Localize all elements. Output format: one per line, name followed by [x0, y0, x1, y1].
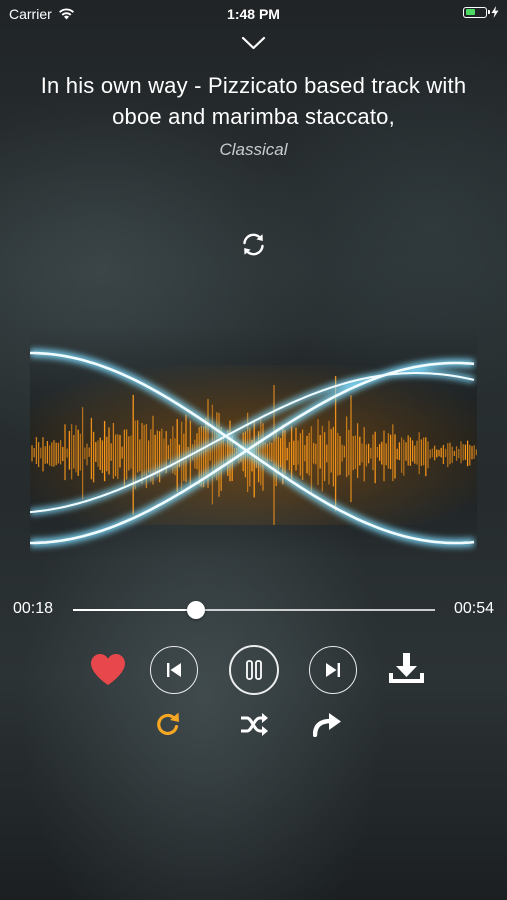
status-time: 1:48 PM: [227, 6, 280, 22]
track-genre: Classical: [219, 140, 288, 159]
pause-button[interactable]: [229, 645, 279, 695]
previous-button[interactable]: [150, 646, 198, 694]
battery-group: [463, 6, 499, 18]
progress-fill: [73, 609, 197, 611]
battery-level: [465, 9, 475, 15]
chevron-down-icon[interactable]: [240, 33, 267, 53]
track-title: In his own way - Pizzicato based track w…: [40, 73, 467, 129]
repeat-icon[interactable]: [154, 710, 182, 738]
heart-icon[interactable]: [90, 653, 126, 686]
waveform-artwork: [30, 325, 477, 560]
next-button[interactable]: [309, 646, 357, 694]
progress-thumb[interactable]: [187, 601, 206, 619]
charging-bolt-icon: [491, 6, 499, 18]
status-bar: Carrier 1:48 PM: [0, 0, 507, 28]
skip-previous-icon: [167, 663, 181, 677]
share-icon[interactable]: [313, 712, 343, 737]
pause-icon: [246, 660, 262, 680]
shuffle-icon[interactable]: [239, 712, 269, 737]
total-time: 00:54: [453, 600, 494, 617]
skip-next-icon: [326, 663, 340, 677]
download-icon[interactable]: [388, 652, 425, 687]
player-screen: Carrier 1:48 PM In his own way - Pizzica…: [0, 0, 507, 900]
elapsed-time: 00:18: [13, 600, 54, 617]
refresh-icon[interactable]: [240, 231, 267, 258]
progress-slider[interactable]: [73, 600, 435, 620]
battery-icon: [463, 6, 490, 18]
